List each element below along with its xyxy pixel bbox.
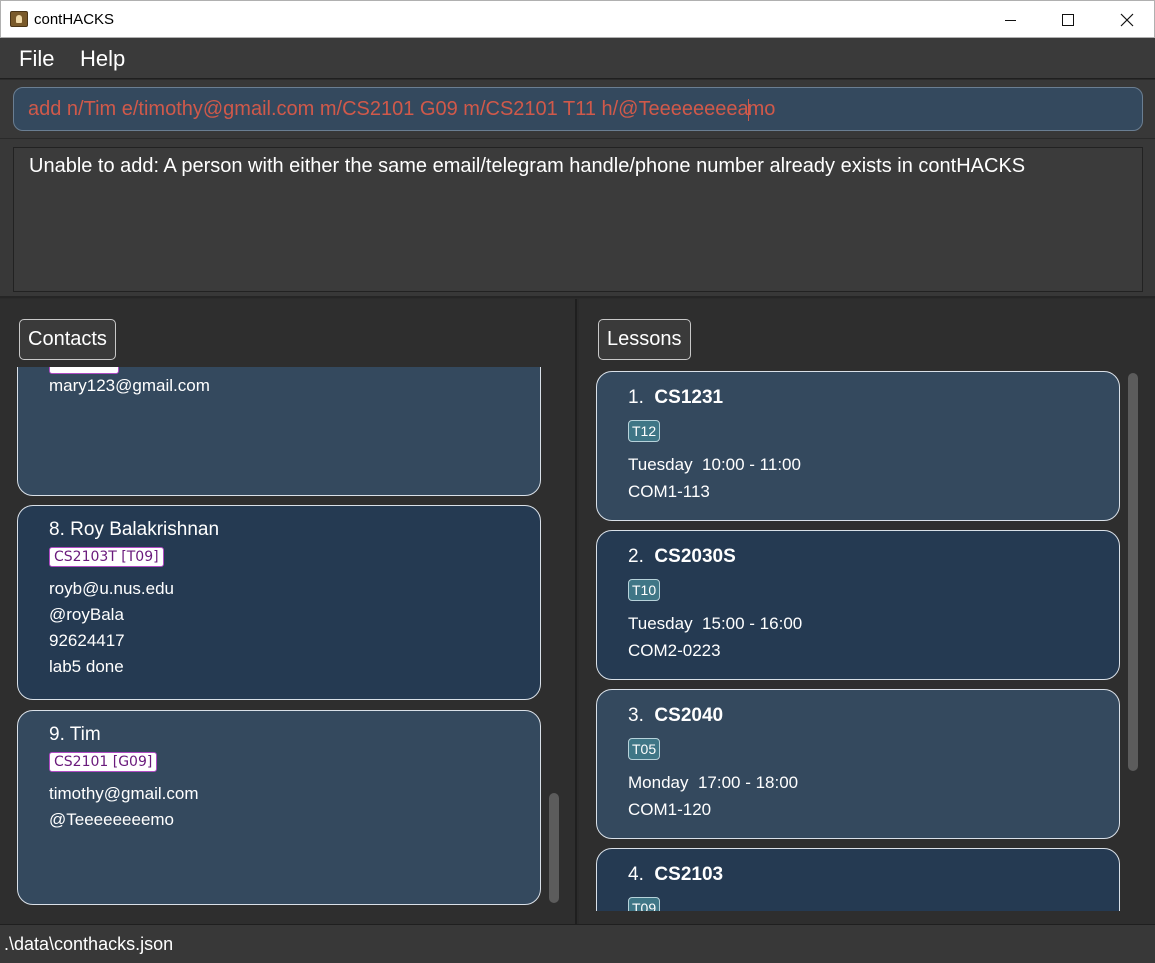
status-bar-file-path: .\data\conthacks.json: [0, 924, 1155, 963]
lesson-time: 10:00 - 11:00: [702, 455, 801, 474]
contacts-pane: Contacts mary123@gmail.com 8. Roy Balakr…: [0, 299, 577, 924]
lesson-day: Tuesday: [628, 614, 693, 633]
maximize-icon: [1062, 14, 1074, 26]
lesson-index: 3.: [628, 705, 644, 726]
lesson-title: 4. CS2103: [628, 864, 723, 886]
lesson-timing: Tuesday 10:00 - 11:00: [628, 455, 801, 475]
contact-telegram: @royBala: [49, 605, 124, 624]
lesson-card[interactable]: 2. CS2030S T10 Tuesday 15:00 - 16:00 COM…: [596, 530, 1120, 680]
lesson-venue: COM1-120: [628, 800, 712, 819]
minimize-button[interactable]: [981, 1, 1039, 39]
menu-file[interactable]: File: [19, 46, 54, 72]
command-box-area: add n/Tim e/timothy@gmail.com m/CS2101 G…: [0, 80, 1155, 138]
contact-remark: lab5 done: [49, 657, 124, 676]
lessons-pane: Lessons 1. CS1231 T12 Tuesday 10:00 - 11…: [579, 299, 1155, 924]
app-icon: [10, 11, 28, 27]
contacts-label: Contacts: [19, 319, 116, 360]
lessons-scrollbar[interactable]: [1128, 373, 1138, 771]
close-button[interactable]: [1098, 1, 1155, 39]
window-title: contHACKS: [34, 11, 115, 28]
lesson-index: 1.: [628, 387, 644, 408]
lesson-type-tag: T12: [628, 420, 661, 442]
lesson-code: CS2103: [654, 864, 724, 885]
contact-card[interactable]: 8. Roy Balakrishnan CS2103T [T09] royb@u…: [17, 505, 541, 700]
lesson-card[interactable]: 4. CS2103 T09: [596, 848, 1120, 911]
lesson-type-tag: T05: [628, 738, 661, 760]
command-text-before-caret: add n/Tim e/timothy@gmail.com m/CS2101 G…: [28, 98, 749, 120]
lesson-day: Monday: [628, 773, 689, 792]
lesson-venue: COM2-0223: [628, 641, 721, 660]
window-titlebar: contHACKS: [0, 0, 1155, 38]
contact-card[interactable]: mary123@gmail.com: [17, 367, 541, 496]
result-display: Unable to add: A person with either the …: [13, 147, 1143, 292]
lesson-time: 15:00 - 16:00: [702, 614, 803, 633]
contacts-scrollbar[interactable]: [549, 793, 559, 903]
lesson-index: 4.: [628, 864, 644, 885]
lesson-time: 17:00 - 18:00: [697, 773, 799, 792]
contacts-list[interactable]: mary123@gmail.com 8. Roy Balakrishnan CS…: [16, 367, 544, 909]
lesson-timing: Monday 17:00 - 18:00: [628, 773, 798, 793]
lesson-code: CS2040: [654, 705, 724, 726]
lesson-timing: Tuesday 15:00 - 16:00: [628, 614, 802, 634]
minimize-icon: [1004, 19, 1016, 21]
contact-email: timothy@gmail.com: [49, 784, 199, 803]
lesson-card[interactable]: 1. CS1231 T12 Tuesday 10:00 - 11:00 COM1…: [596, 371, 1120, 521]
contact-telegram: @Teeeeeeeemo: [49, 810, 175, 829]
lesson-title: 2. CS2030S: [628, 546, 736, 568]
close-icon: [1120, 13, 1134, 27]
lesson-title: 3. CS2040: [628, 705, 723, 727]
lesson-code: CS2030S: [654, 546, 736, 567]
contact-card[interactable]: 9. Tim CS2101 [G09] timothy@gmail.com @T…: [17, 710, 541, 905]
lesson-day: Tuesday: [628, 455, 693, 474]
contact-name: 8. Roy Balakrishnan: [49, 519, 220, 540]
contact-phone: 92624417: [49, 631, 125, 650]
contact-email: royb@u.nus.edu: [49, 579, 175, 598]
lesson-venue: COM1-113: [628, 482, 710, 501]
contact-name: 9. Tim: [49, 724, 101, 745]
result-display-area: Unable to add: A person with either the …: [0, 138, 1155, 298]
module-tag-hidden: [49, 367, 119, 374]
maximize-button[interactable]: [1039, 1, 1097, 39]
menu-bar: File Help: [0, 38, 1155, 79]
contact-email: mary123@gmail.com: [49, 376, 210, 395]
module-tag: CS2103T [T09]: [49, 547, 164, 567]
lesson-type-tag: T10: [628, 579, 661, 601]
command-text-after-caret: mo: [747, 98, 776, 120]
command-input[interactable]: add n/Tim e/timothy@gmail.com m/CS2101 G…: [13, 87, 1143, 131]
lesson-card[interactable]: 3. CS2040 T05 Monday 17:00 - 18:00 COM1-…: [596, 689, 1120, 839]
lessons-label: Lessons: [598, 319, 691, 360]
lesson-code: CS1231: [654, 387, 724, 408]
lessons-list[interactable]: 1. CS1231 T12 Tuesday 10:00 - 11:00 COM1…: [595, 370, 1123, 911]
lesson-type-tag: T09: [628, 897, 661, 911]
lesson-index: 2.: [628, 546, 644, 567]
menu-help[interactable]: Help: [80, 46, 125, 72]
lesson-title: 1. CS1231: [628, 387, 723, 409]
module-tag: CS2101 [G09]: [49, 752, 158, 772]
